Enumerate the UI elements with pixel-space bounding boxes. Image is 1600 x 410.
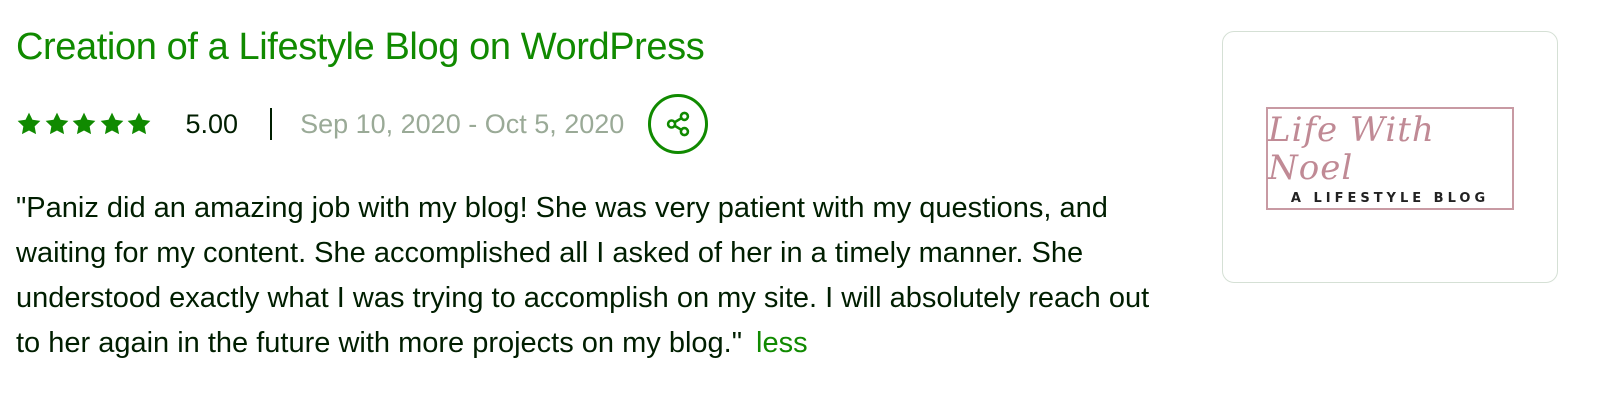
meta-divider (270, 108, 273, 140)
review-meta-row: 5.00 Sep 10, 2020 - Oct 5, 2020 (16, 92, 709, 156)
star-icon (127, 112, 151, 135)
project-title[interactable]: Creation of a Lifestyle Blog on WordPres… (16, 26, 705, 69)
star-icon (72, 112, 96, 135)
share-icon (667, 111, 690, 137)
star-icon (17, 112, 41, 135)
star-rating (16, 111, 154, 137)
blog-logo: Life With Noel A LIFESTYLE BLOG (1266, 106, 1514, 210)
portfolio-review-card: Creation of a Lifestyle Blog on WordPres… (0, 0, 1600, 410)
review-text: "Paniz did an amazing job with my blog! … (16, 192, 1150, 359)
star-icon (100, 112, 123, 135)
less-link[interactable]: less (756, 327, 808, 359)
project-date-range: Sep 10, 2020 - Oct 5, 2020 (300, 108, 625, 139)
logo-subtitle: A LIFESTYLE BLOG (1290, 190, 1490, 206)
star-icon (45, 112, 68, 135)
logo-script-text: Life With Noel (1268, 109, 1435, 188)
review-text-block: "Paniz did an amazing job with my blog! … (16, 186, 1176, 366)
rating-value: 5.00 (185, 108, 239, 139)
project-thumbnail[interactable]: Life With Noel A LIFESTYLE BLOG (1222, 31, 1558, 283)
share-button[interactable] (648, 94, 709, 154)
